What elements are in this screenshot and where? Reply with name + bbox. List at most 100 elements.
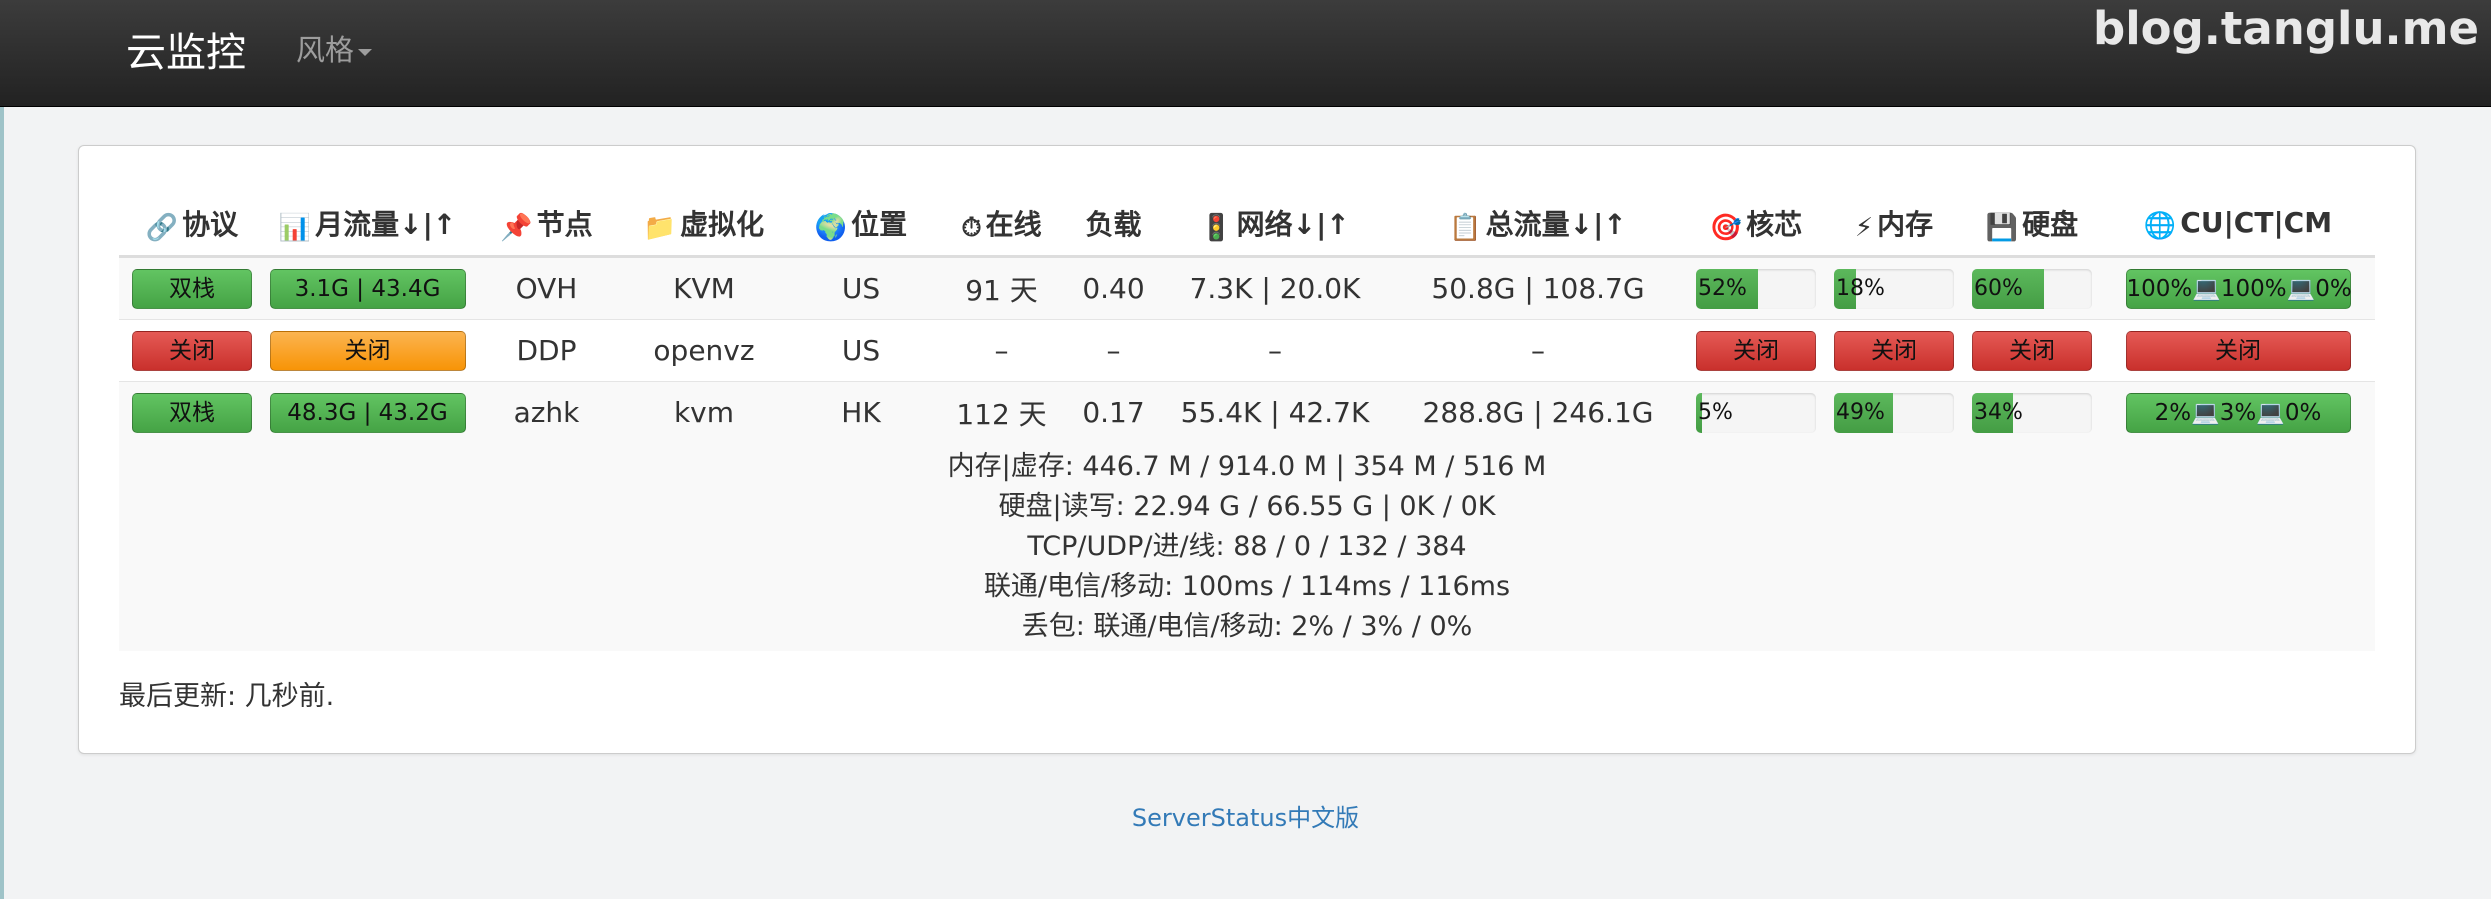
- column-header[interactable]: 💾 硬盘: [1963, 191, 2101, 258]
- column-header[interactable]: 📌 节点: [470, 191, 623, 258]
- disk-progress-text: 60%: [1974, 275, 2023, 301]
- total-cell: 50.8G | 108.7G: [1389, 256, 1687, 320]
- load-cell: –: [1066, 319, 1161, 382]
- pushpin-icon: 📌: [500, 213, 533, 243]
- column-header-label: 总流量↓|↑: [1485, 208, 1627, 241]
- mem-cell: 关闭: [1825, 319, 1963, 382]
- disk-progress: 60%: [1972, 268, 2092, 309]
- monthly-traffic-cell: 3.1G | 43.4G: [265, 256, 470, 320]
- disk-badge[interactable]: 关闭: [1972, 330, 2092, 371]
- uptime-cell: 112 天: [937, 381, 1066, 443]
- column-header[interactable]: 🌐 CU|CT|CM: [2101, 191, 2375, 258]
- protocol-cell: 双栈: [119, 381, 265, 443]
- disk-progress: 34%: [1972, 392, 2092, 433]
- lightning-icon: ⚡: [1854, 213, 1874, 243]
- node-cell: azhk: [470, 381, 623, 443]
- server-panel: 🔗 协议 📊 月流量↓|↑ 📌 节点 📁 虚拟化 🌍 位置 ⏱ 在线 负载 🚦 网络↓|↑ 📋 总流量↓|↑ 🎯 核…: [78, 145, 2416, 754]
- column-header-label: 协议: [182, 208, 239, 241]
- node-cell: OVH: [470, 256, 623, 320]
- total-cell: –: [1389, 319, 1687, 382]
- monthly-traffic-badge[interactable]: 关闭: [269, 330, 466, 371]
- caret-down-icon: [358, 48, 373, 56]
- column-header[interactable]: 🔗 协议: [119, 191, 265, 258]
- cpu-progress: 52%: [1696, 268, 1816, 309]
- ping-badge[interactable]: 2%💻3%💻0%: [2125, 392, 2351, 433]
- virt-cell: kvm: [623, 381, 785, 443]
- column-header[interactable]: 📁 虚拟化: [623, 191, 785, 258]
- disk-cell: 34%: [1963, 381, 2101, 443]
- node-cell: DDP: [470, 319, 623, 382]
- protocol-badge[interactable]: 双栈: [132, 268, 252, 309]
- style-dropdown[interactable]: 风格: [296, 27, 373, 69]
- mem-progress-text: 49%: [1836, 399, 1885, 425]
- detail-line: 硬盘|读写: 22.94 G / 66.55 G | 0K / 0K: [998, 491, 1496, 522]
- column-header[interactable]: 📋 总流量↓|↑: [1389, 191, 1687, 258]
- column-header-label: 硬盘: [2022, 208, 2079, 241]
- server-table: 🔗 协议 📊 月流量↓|↑ 📌 节点 📁 虚拟化 🌍 位置 ⏱ 在线 负载 🚦 网络↓|↑ 📋 总流量↓|↑ 🎯 核…: [119, 191, 2375, 651]
- column-header-label: 虚拟化: [680, 208, 765, 241]
- table-row[interactable]: 双栈 48.3G | 43.2G azhk kvm HK 112 天 0.17 55.4K |…: [119, 381, 2375, 443]
- detail-line: TCP/UDP/进/线: 88 / 0 / 132 / 384: [1027, 531, 1467, 562]
- ping-badge[interactable]: 关闭: [2125, 330, 2351, 371]
- table-row[interactable]: 双栈 3.1G | 43.4G OVH KVM US 91 天 0.40 7.3K | 20.…: [119, 256, 2375, 320]
- column-header[interactable]: 🚦 网络↓|↑: [1161, 191, 1389, 258]
- server-detail-row: 内存|虚存: 446.7 M / 914.0 M | 354 M / 516 M…: [119, 443, 2375, 651]
- link-icon: 🔗: [145, 213, 179, 243]
- column-header-label: 位置: [851, 208, 908, 241]
- cpu-badge[interactable]: 关闭: [1696, 330, 1816, 371]
- column-header-label: 在线: [985, 207, 1042, 241]
- virt-cell: openvz: [623, 319, 785, 382]
- ping-badge[interactable]: 100%💻100%💻0%: [2125, 268, 2352, 309]
- folder-icon: 📁: [643, 213, 677, 243]
- column-header[interactable]: ⚡ 内存: [1825, 191, 1963, 258]
- left-edge-line: [0, 0, 4, 899]
- top-navbar: 云监控 风格 blog.tanglu.me: [0, 0, 2491, 107]
- cpu-progress-text: 52%: [1698, 275, 1747, 301]
- column-header[interactable]: ⏱ 在线: [937, 191, 1066, 258]
- cpu-cell: 关闭: [1687, 319, 1825, 382]
- disk-cell: 关闭: [1963, 319, 2101, 382]
- monthly-traffic-badge[interactable]: 48.3G | 43.2G: [269, 392, 466, 433]
- mem-progress: 49%: [1834, 392, 1954, 433]
- footer-link[interactable]: ServerStatus中文版: [0, 798, 2491, 833]
- detail-line: 联通/电信/移动: 100ms / 114ms / 116ms: [983, 571, 1511, 602]
- column-header[interactable]: 负载: [1066, 191, 1161, 258]
- column-header-label: 负载: [1085, 208, 1142, 241]
- column-header-label: 内存: [1877, 208, 1934, 241]
- stopwatch-icon: ⏱: [961, 212, 982, 243]
- column-header-label: 网络↓|↑: [1236, 208, 1350, 241]
- ping-cell: 100%💻100%💻0%: [2101, 256, 2375, 320]
- target-icon: 🎯: [1709, 213, 1743, 243]
- protocol-cell: 双栈: [119, 256, 265, 320]
- column-header-label: 节点: [536, 208, 593, 241]
- protocol-badge[interactable]: 关闭: [132, 330, 252, 371]
- network-cell: –: [1161, 319, 1389, 382]
- load-cell: 0.17: [1066, 381, 1161, 443]
- column-header-label: 月流量↓|↑: [315, 208, 457, 241]
- cpu-cell: 52%: [1687, 256, 1825, 320]
- detail-line: 内存|虚存: 446.7 M / 914.0 M | 354 M / 516 M: [947, 451, 1547, 482]
- monthly-traffic-cell: 关闭: [265, 319, 470, 382]
- clipboard-icon: 📋: [1449, 213, 1482, 243]
- monthly-traffic-badge[interactable]: 3.1G | 43.4G: [269, 268, 466, 309]
- column-header-label: 核芯: [1746, 208, 1803, 241]
- protocol-badge[interactable]: 双栈: [132, 392, 252, 433]
- brand-title[interactable]: 云监控: [126, 20, 246, 78]
- mem-badge[interactable]: 关闭: [1834, 330, 1954, 371]
- column-header-label: CU|CT|CM: [2180, 205, 2333, 239]
- mem-cell: 18%: [1825, 256, 1963, 320]
- network-cell: 55.4K | 42.7K: [1161, 381, 1389, 443]
- globe-meridians-icon: 🌐: [2143, 210, 2177, 241]
- column-header[interactable]: 🌍 位置: [785, 191, 937, 258]
- mem-cell: 49%: [1825, 381, 1963, 443]
- traffic-light-icon: 🚦: [1200, 213, 1233, 243]
- mem-progress-text: 18%: [1836, 275, 1885, 301]
- column-header[interactable]: 🎯 核芯: [1687, 191, 1825, 258]
- last-updated: 最后更新: 几秒前.: [119, 681, 335, 712]
- column-header[interactable]: 📊 月流量↓|↑: [265, 191, 470, 258]
- disk-cell: 60%: [1963, 256, 2101, 320]
- table-row[interactable]: 关闭 关闭 DDP openvz US – – – – 关闭 关闭 关闭 关闭: [119, 319, 2375, 382]
- table-header-row: 🔗 协议 📊 月流量↓|↑ 📌 节点 📁 虚拟化 🌍 位置 ⏱ 在线 负载 🚦 网络↓|↑ 📋 总流量↓|↑ 🎯 核…: [119, 191, 2375, 258]
- cpu-progress-text: 5%: [1698, 399, 1733, 425]
- location-cell: US: [785, 319, 937, 382]
